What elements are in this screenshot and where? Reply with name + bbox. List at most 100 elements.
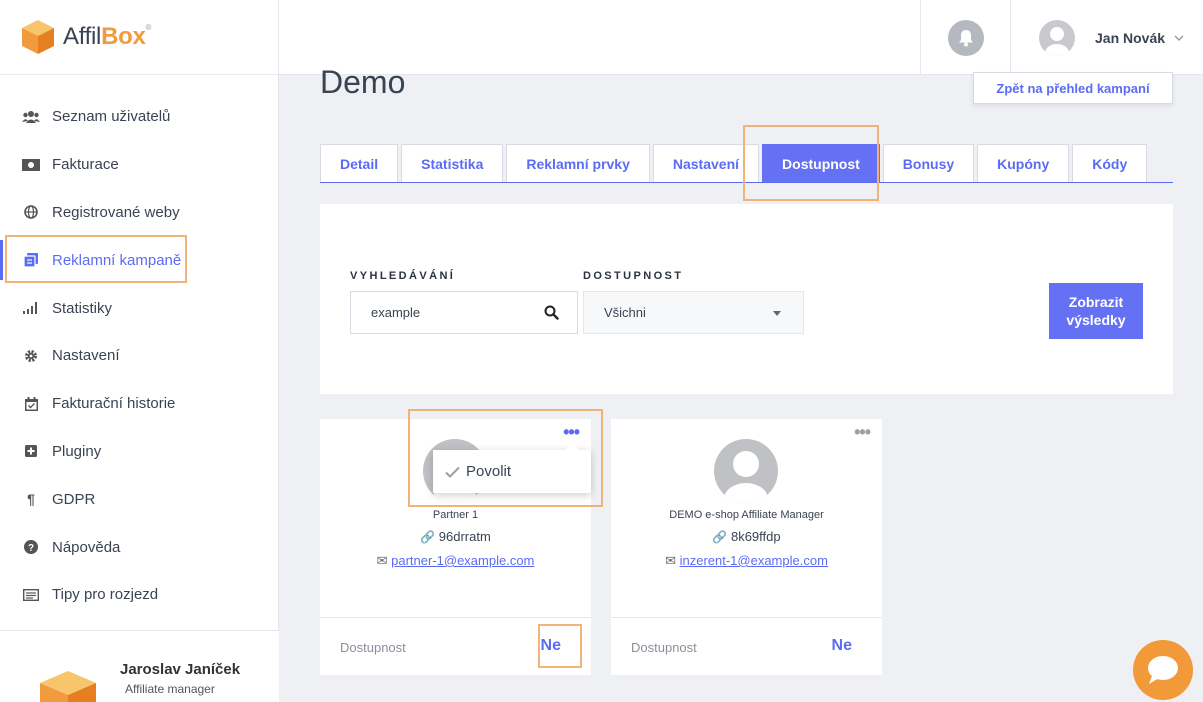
question-icon: ? (22, 539, 40, 555)
sidebar-item-websites[interactable]: Registrované weby (0, 189, 278, 237)
box-logo-icon (40, 671, 96, 702)
sidebar-item-help[interactable]: ? Nápověda (0, 523, 278, 571)
chevron-down-icon (1174, 35, 1184, 41)
sidebar-item-label: Statistiky (52, 299, 113, 317)
tab-codes[interactable]: Kódy (1072, 144, 1148, 182)
more-options-icon[interactable]: ••• (854, 423, 871, 441)
sidebar-item-label: Seznam uživatelů (52, 108, 171, 126)
avatar (1039, 20, 1075, 56)
globe-icon (22, 204, 40, 220)
partner-code-value: 8k69ffdp (730, 529, 781, 544)
partner-email: ✉ inzerent-1@example.com (611, 553, 882, 569)
campaign-icon (22, 252, 40, 268)
partner-email-link[interactable]: partner-1@example.com (391, 553, 534, 568)
caret-down-icon (773, 311, 781, 316)
sidebar-item-campaigns[interactable]: Reklamní kampaně (0, 236, 278, 284)
link-icon: 🔗 (712, 530, 728, 544)
notifications-button[interactable] (920, 0, 1011, 75)
sidebar-user-name: Jaroslav Janíček (120, 661, 241, 678)
envelope-icon: ✉ (376, 553, 388, 568)
chat-bubble-icon (1148, 656, 1178, 684)
check-icon (445, 466, 460, 478)
tab-statistics[interactable]: Statistika (401, 144, 504, 182)
search-input-value: example (371, 305, 421, 320)
tab-settings[interactable]: Nastavení (652, 144, 760, 182)
list-icon (22, 587, 40, 603)
partner-name: Partner 1 (432, 509, 479, 521)
bar-chart-icon (22, 300, 40, 316)
plus-square-icon (22, 443, 40, 459)
card-options-menu: Povolit (433, 443, 591, 493)
availability-footer-label: Dostupnost (340, 640, 406, 655)
sidebar-item-users[interactable]: Seznam uživatelů (0, 93, 278, 141)
search-icon[interactable] (544, 305, 559, 320)
sidebar-item-statistics[interactable]: Statistiky (0, 284, 278, 332)
availability-select[interactable]: Všichni (583, 291, 804, 334)
tab-availability[interactable]: Dostupnost (762, 144, 880, 182)
card-footer: Dostupnost Ne (320, 617, 591, 675)
sidebar-item-billing-history[interactable]: Fakturační historie (0, 380, 278, 428)
sidebar-item-label: Nápověda (52, 538, 121, 556)
tab-coupons[interactable]: Kupóny (977, 144, 1070, 182)
availability-footer-value[interactable]: Ne (832, 637, 852, 655)
logo-text: AffilBox® (63, 23, 152, 50)
sidebar-user-role: Affiliate manager (125, 682, 215, 696)
partner-name: DEMO e-shop Affiliate Manager (669, 509, 824, 521)
tab-ad-items[interactable]: Reklamní prvky (506, 144, 650, 182)
sidebar-item-label: Nastavení (52, 347, 120, 365)
sidebar-item-label: Registrované weby (52, 203, 180, 221)
link-icon: 🔗 (420, 530, 436, 544)
sidebar-item-tips[interactable]: Tipy pro rozjezd (0, 571, 278, 619)
partner-card: ••• DEMO e-shop Affiliate Manager 🔗 8k69… (611, 419, 882, 675)
money-icon (22, 157, 40, 173)
page-title: Demo (320, 64, 406, 100)
sidebar-item-billing[interactable]: Fakturace (0, 141, 278, 189)
sidebar-nav: Seznam uživatelů Fakturace Registrované … (0, 75, 278, 619)
search-input[interactable]: example (350, 291, 578, 334)
card-footer: Dostupnost Ne (611, 617, 882, 675)
gear-icon (22, 348, 40, 364)
tab-detail[interactable]: Detail (320, 144, 399, 182)
partner-email-link[interactable]: inzerent-1@example.com (680, 553, 828, 568)
sidebar-item-label: GDPR (52, 490, 96, 508)
user-menu[interactable]: Jan Novák (1039, 20, 1184, 56)
more-options-icon[interactable]: ••• (563, 423, 580, 441)
availability-label: DOSTUPNOST (583, 270, 684, 282)
sidebar-item-label: Reklamní kampaně (52, 251, 182, 269)
sidebar-item-label: Tipy pro rozjezd (52, 586, 159, 604)
campaign-tabs: Detail Statistika Reklamní prvky Nastave… (320, 144, 1173, 183)
sidebar-item-plugins[interactable]: Pluginy (0, 428, 278, 476)
partner-email: ✉ partner-1@example.com (320, 553, 591, 569)
search-label: VYHLEDÁVÁNÍ (350, 270, 456, 282)
tab-bonuses[interactable]: Bonusy (882, 144, 975, 182)
availability-footer-value[interactable]: Ne (541, 637, 561, 655)
sidebar-user-panel[interactable]: Jaroslav Janíček Affiliate manager (0, 630, 279, 702)
menu-item-allow[interactable]: Povolit (466, 463, 511, 480)
back-to-campaigns-button[interactable]: Zpět na přehled kampaní (973, 72, 1173, 104)
partner-code: 🔗 8k69ffdp (611, 529, 882, 544)
bell-icon (947, 19, 984, 56)
svg-text:?: ? (28, 543, 34, 554)
user-name: Jan Novák (1095, 30, 1166, 46)
sidebar-item-settings[interactable]: Nastavení (0, 332, 278, 380)
sidebar-item-label: Pluginy (52, 442, 102, 460)
sidebar-item-gdpr[interactable]: ¶ GDPR (0, 475, 278, 523)
availability-select-value: Všichni (604, 305, 646, 320)
box-logo-icon (22, 20, 54, 54)
avatar (714, 439, 778, 503)
sidebar-item-label: Fakturační historie (52, 395, 176, 413)
affilbox-logo[interactable]: AffilBox® (0, 0, 278, 75)
envelope-icon: ✉ (665, 553, 676, 568)
availability-footer-label: Dostupnost (631, 640, 697, 655)
users-icon (22, 109, 40, 125)
sidebar-item-label: Fakturace (52, 156, 119, 174)
show-results-button[interactable]: Zobrazit výsledky (1049, 283, 1143, 339)
chat-button[interactable] (1133, 640, 1193, 700)
partner-code-value: 96drratm (438, 529, 491, 544)
partner-code: 🔗 96drratm (320, 529, 591, 544)
sidebar: AffilBox® Seznam uživatelů Fakturace Reg… (0, 0, 279, 702)
filter-panel: VYHLEDÁVÁNÍ DOSTUPNOST example Všichni Z… (320, 204, 1173, 394)
calendar-icon (22, 396, 40, 412)
paragraph-icon: ¶ (27, 491, 35, 508)
top-header: Jan Novák (279, 0, 1203, 75)
